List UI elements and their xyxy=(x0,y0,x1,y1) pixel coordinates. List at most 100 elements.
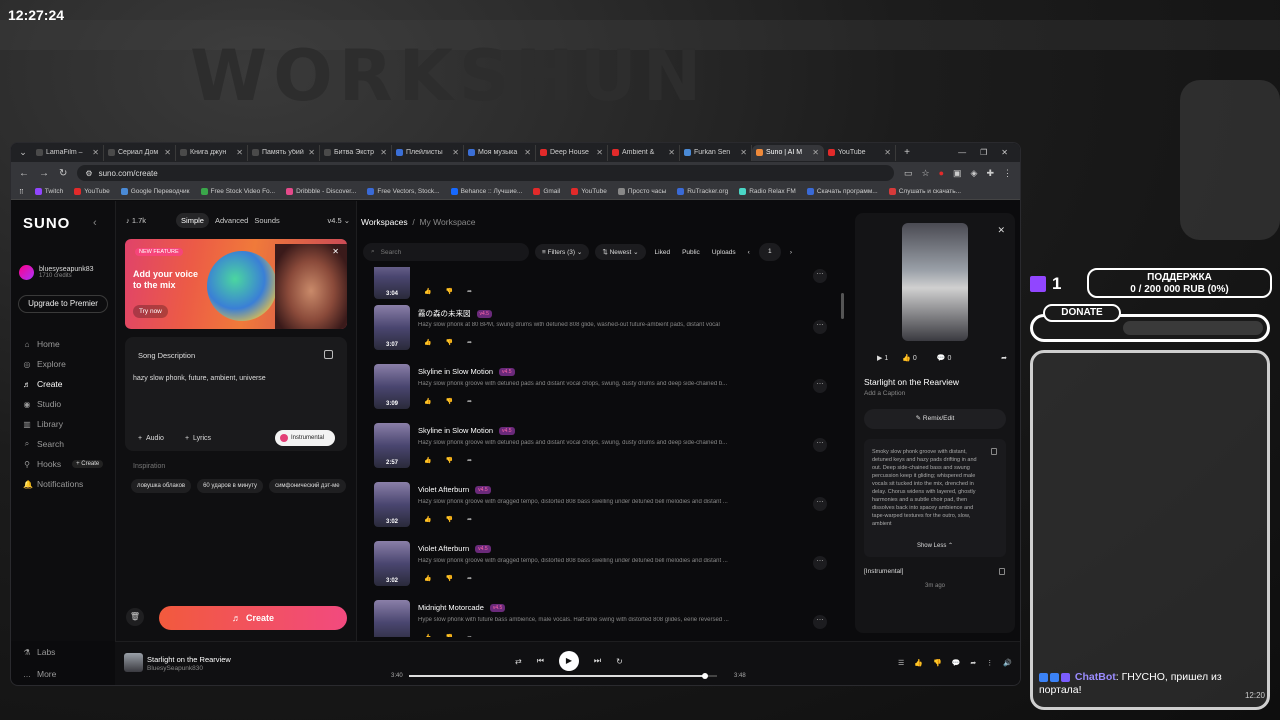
cover-art[interactable] xyxy=(902,223,968,341)
bookmark-star-icon[interactable]: ☆ xyxy=(922,168,930,179)
bookmark-item[interactable]: Behance :: Лучшие... xyxy=(450,188,522,195)
share-icon[interactable]: ➦ xyxy=(467,575,472,582)
inspiration-chip[interactable]: симфонический дэт-ме xyxy=(269,479,346,493)
user-profile[interactable]: bluesyseapunk83 1710 credits xyxy=(19,265,94,280)
shuffle-icon[interactable]: ⇄ xyxy=(515,657,522,666)
song-row[interactable]: 3:07 霧の森の未来図 v4.5 Hazy slow phonk at 80 BPM… xyxy=(361,305,839,363)
url-field[interactable]: ⚙ suno.com/create xyxy=(77,165,894,181)
minimize-icon[interactable]: — xyxy=(958,148,966,157)
close-tab-icon[interactable]: ✕ xyxy=(452,148,459,157)
song-row[interactable]: 3:10 Midnight Motorcade v4.5 Hype slow phon… xyxy=(361,600,839,637)
dislike-icon[interactable]: 👎 xyxy=(445,398,452,405)
play-icon[interactable]: ▶ xyxy=(558,651,579,671)
tab-9[interactable]: Furkan Sen ✕ xyxy=(680,144,752,161)
likes-count[interactable]: 👍 0 xyxy=(902,354,917,362)
like-icon[interactable]: 👍 xyxy=(424,457,431,464)
close-tab-icon[interactable]: ✕ xyxy=(308,148,315,157)
inspiration-chip[interactable]: 60 ударов в минуту xyxy=(197,479,264,493)
player-title[interactable]: Starlight on the Rearview xyxy=(147,655,231,664)
song-thumbnail[interactable]: 3:04 xyxy=(374,267,410,299)
site-info-icon[interactable]: ⚙ xyxy=(85,169,92,178)
repeat-icon[interactable]: ↻ xyxy=(616,657,623,666)
like-icon[interactable]: 👍 xyxy=(424,288,431,295)
page-number[interactable]: 1 xyxy=(758,243,781,261)
dislike-icon[interactable]: 👎 xyxy=(445,288,452,295)
dislike-icon[interactable]: 👎 xyxy=(445,634,452,637)
song-title-text[interactable]: Violet Afterburn xyxy=(418,485,469,494)
create-button[interactable]: ♬ Create xyxy=(159,606,347,630)
close-tab-icon[interactable]: ✕ xyxy=(884,148,891,157)
song-title-text[interactable]: Skyline in Slow Motion xyxy=(418,367,493,376)
hooks-create-button[interactable]: + Create xyxy=(72,460,104,468)
maximize-icon[interactable]: ❐ xyxy=(980,148,987,157)
next-icon[interactable]: ⏭ xyxy=(594,656,601,666)
mode-simple[interactable]: Simple xyxy=(176,213,209,228)
bookmark-item[interactable]: Twitch xyxy=(34,188,63,195)
comments-count[interactable]: 💬 0 xyxy=(937,354,952,362)
more-icon[interactable]: ⋮ xyxy=(986,659,993,667)
extension-icon[interactable]: ◈ xyxy=(971,168,978,179)
mode-sounds[interactable]: Sounds xyxy=(254,213,279,228)
edit-icon[interactable] xyxy=(324,350,333,359)
comment-icon[interactable]: 💬 xyxy=(952,659,961,667)
share-icon[interactable]: ➦ xyxy=(970,659,976,667)
close-banner-icon[interactable]: ✕ xyxy=(332,247,339,256)
tab-5[interactable]: Плейлисты ✕ xyxy=(392,144,464,161)
try-now-button[interactable]: Try now xyxy=(133,305,168,318)
show-less-button[interactable]: Show Less ⌃ xyxy=(864,542,1006,549)
song-description-input[interactable]: hazy slow phonk, future, ambient, univer… xyxy=(133,375,266,382)
prev-page-icon[interactable]: ‹ xyxy=(745,249,753,256)
song-title-text[interactable]: Skyline in Slow Motion xyxy=(418,426,493,435)
song-row[interactable]: 3:02 Violet Afterburn v4.5 Hazy slow phonk … xyxy=(361,541,839,599)
close-tab-icon[interactable]: ✕ xyxy=(596,148,603,157)
share-icon[interactable]: ➦ xyxy=(467,516,472,523)
trash-icon[interactable]: 🗑 xyxy=(126,608,144,626)
copy-icon[interactable] xyxy=(991,448,997,455)
close-tab-icon[interactable]: ✕ xyxy=(740,148,747,157)
more-options-icon[interactable]: ⋯ xyxy=(813,556,827,570)
sidebar-item-studio[interactable]: ◉ Studio xyxy=(23,394,103,414)
bookmark-item[interactable]: YouTube xyxy=(571,188,607,195)
sidebar-item-hooks[interactable]: ⚲ Hooks + Create xyxy=(23,454,104,474)
sidebar-item-create[interactable]: ♬ Create xyxy=(23,374,103,394)
progress-knob[interactable] xyxy=(701,673,708,679)
like-icon[interactable]: 👍 xyxy=(424,339,431,346)
bookmark-item[interactable]: RuTracker.org xyxy=(677,188,728,195)
forward-icon[interactable]: → xyxy=(39,168,49,179)
suno-logo[interactable]: SUNO xyxy=(23,215,70,232)
song-thumbnail[interactable]: 3:02 xyxy=(374,541,410,586)
song-row[interactable]: 3:09 Skyline in Slow Motion v4.5 Hazy slow … xyxy=(361,364,839,422)
share-icon[interactable]: ➦ xyxy=(467,457,472,464)
bookmark-item[interactable]: Слушать и скачать... xyxy=(888,188,961,195)
bookmark-item[interactable]: Скачать программ... xyxy=(806,188,878,195)
inspiration-chip[interactable]: ловушка облаков xyxy=(131,479,192,493)
sort-button[interactable]: ⇅ Newest ⌄ xyxy=(595,244,646,260)
reload-icon[interactable]: ↻ xyxy=(59,168,67,179)
feature-banner[interactable]: NEW FEATURE Add your voice to the mix Tr… xyxy=(125,239,347,329)
share-icon[interactable]: ➦ xyxy=(467,339,472,346)
song-thumbnail[interactable]: 3:10 xyxy=(374,600,410,637)
tab-3[interactable]: Память убий ✕ xyxy=(248,144,320,161)
song-thumbnail[interactable]: 2:57 xyxy=(374,423,410,468)
donate-label[interactable]: DONATE xyxy=(1043,304,1121,322)
version-select[interactable]: v4.5 ⌄ xyxy=(327,216,350,225)
progress-bar[interactable] xyxy=(409,673,717,679)
copy-lyrics-icon[interactable] xyxy=(999,568,1005,575)
bookmark-item[interactable]: Radio Relax FM xyxy=(739,188,796,195)
close-tab-icon[interactable]: ✕ xyxy=(668,148,675,157)
share-icon[interactable]: ➦ xyxy=(467,398,472,405)
remix-edit-button[interactable]: ✎ Remix/Edit xyxy=(864,409,1006,429)
share-icon[interactable]: ➦ xyxy=(467,634,472,637)
bookmark-item[interactable]: YouTube xyxy=(74,188,110,195)
extension-icon[interactable]: ▣ xyxy=(953,168,962,179)
volume-icon[interactable]: 🔊 xyxy=(1003,659,1012,667)
breadcrumb-workspaces[interactable]: Workspaces xyxy=(361,217,408,227)
caption-field[interactable]: Add a Caption xyxy=(864,390,905,397)
share-icon[interactable]: ➦ xyxy=(1001,354,1007,362)
close-detail-icon[interactable]: ✕ xyxy=(997,225,1005,236)
audio-button[interactable]: + Audio xyxy=(138,435,164,442)
bookmark-item[interactable]: Dribbble - Discover... xyxy=(286,188,356,195)
song-row[interactable]: 3:02 Violet Afterburn v4.5 Hazy slow phonk … xyxy=(361,482,839,540)
like-icon[interactable]: 👍 xyxy=(424,575,431,582)
search-input[interactable]: ⌕ Search xyxy=(363,243,529,261)
